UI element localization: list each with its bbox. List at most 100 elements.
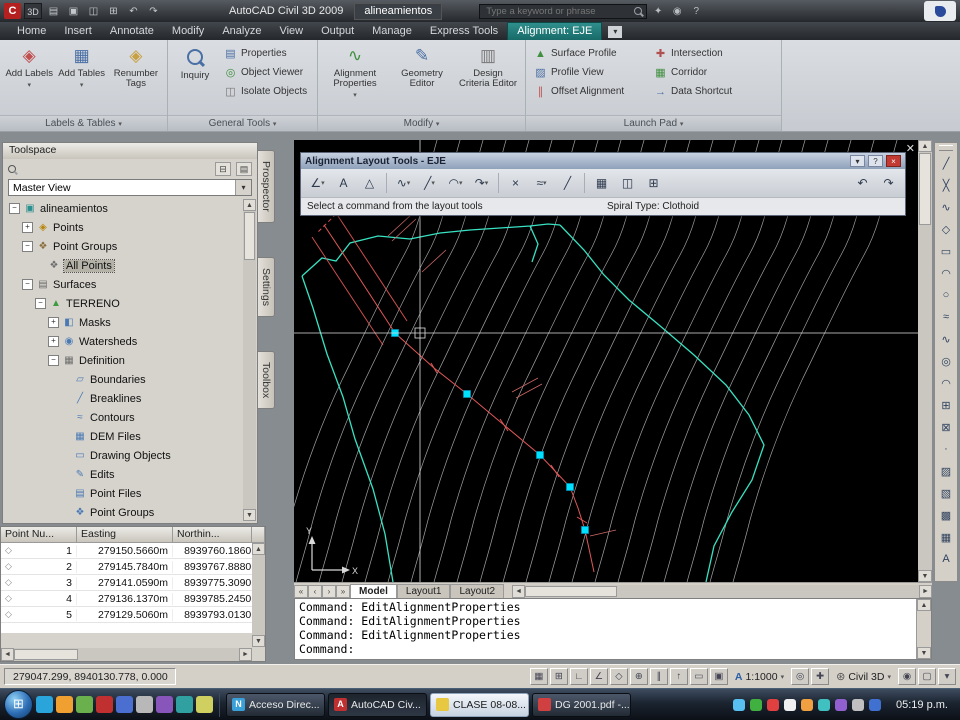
ribbon-minimize-icon[interactable]: ▾ — [608, 26, 623, 38]
redo-icon[interactable]: ↷ — [145, 4, 162, 19]
tree-scrollbar[interactable]: ▲ ▼ — [243, 199, 256, 521]
redo-icon[interactable]: ↷ — [876, 172, 901, 194]
view-selector-dropdown[interactable]: Master View ▾ — [8, 179, 252, 196]
undo-icon[interactable]: ↶ — [850, 172, 875, 194]
taskbar-button-autocad[interactable]: A AutoCAD Civ... — [328, 692, 427, 717]
command-line-window[interactable]: Command: EditAlignmentProperties Command… — [294, 598, 932, 660]
scrollbar-thumb[interactable] — [244, 212, 255, 260]
scroll-right-icon[interactable]: ► — [919, 585, 932, 598]
tray-icon[interactable] — [733, 698, 746, 711]
tray-icon[interactable] — [750, 698, 763, 711]
undo-icon[interactable]: ↶ — [125, 4, 142, 19]
quick-launch-icon[interactable] — [116, 696, 133, 713]
tab-alignment-eje[interactable]: Alignment: EJE — [507, 22, 603, 40]
taskbar-clock[interactable]: 05:19 p.m. — [886, 699, 956, 711]
offset-alignment-button[interactable]: ∥ Offset Alignment — [530, 82, 648, 101]
quick-launch-icon[interactable] — [176, 696, 193, 713]
tree-item-dem-files[interactable]: ▦ DEM Files — [5, 427, 242, 446]
cleanscreen-toggle[interactable]: ▢ — [918, 668, 936, 685]
annotation-scale-control[interactable]: A 1:1000 ▾ — [730, 671, 789, 683]
scroll-left-icon[interactable]: ◄ — [512, 585, 526, 598]
construction-line-icon[interactable]: ╳ — [936, 174, 956, 196]
scroll-up-icon[interactable]: ▲ — [918, 140, 932, 152]
expand-icon[interactable]: + — [48, 336, 59, 347]
otrack-toggle[interactable]: ⊕ — [629, 668, 648, 685]
tray-icon[interactable] — [835, 698, 848, 711]
help-icon[interactable]: ? — [688, 6, 704, 17]
tray-icon[interactable] — [818, 698, 831, 711]
corridor-button[interactable]: ▦ Corridor — [650, 63, 736, 82]
workspace-switcher[interactable]: ⊛ Civil 3D ▾ — [831, 670, 896, 684]
tab-layout2[interactable]: Layout2 — [450, 584, 505, 598]
toolbar-grip[interactable] — [939, 145, 953, 151]
alignment-properties-button[interactable]: ∿ Alignment Properties ▾ — [322, 44, 388, 102]
pick-sub-entity-icon[interactable]: ⊞ — [641, 172, 666, 194]
tree-item-point-groups[interactable]: − ❖ Point Groups — [5, 237, 242, 256]
polygon-icon[interactable]: ◇ — [936, 218, 956, 240]
spline-icon[interactable]: ∿ — [936, 328, 956, 350]
layout-tools-title-bar[interactable]: Alignment Layout Tools - EJE ▾ ? × — [301, 153, 905, 169]
data-shortcut-button[interactable]: → Data Shortcut — [650, 82, 736, 101]
volume-icon[interactable] — [852, 698, 865, 711]
qp-toggle[interactable]: ▣ — [709, 668, 728, 685]
open-file-icon[interactable]: ▣ — [65, 4, 82, 19]
arc-tool-icon[interactable]: ◠ ▾ — [443, 172, 468, 194]
taskbar-button-clase[interactable]: CLASE 08-08... — [430, 692, 529, 717]
isolate-objects-button[interactable]: ◫ Isolate Objects — [220, 82, 311, 101]
close-icon[interactable]: × — [886, 155, 901, 167]
tab-layout1[interactable]: Layout1 — [396, 584, 451, 598]
command-scrollbar[interactable]: ▲ ▼ — [916, 599, 931, 659]
favorites-icon[interactable]: ✦ — [650, 6, 666, 17]
design-criteria-editor-button[interactable]: ▥ Design Criteria Editor — [456, 44, 520, 90]
help-icon[interactable]: ? — [868, 155, 883, 167]
tree-item-breaklines[interactable]: ╱ Breaklines — [5, 389, 242, 408]
ducs-toggle[interactable]: ∥ — [649, 668, 668, 685]
command-prompt[interactable]: Command: — [299, 642, 912, 656]
snap-toggle[interactable]: ▦ — [529, 668, 548, 685]
next-tab-icon[interactable]: › — [322, 585, 336, 598]
column-easting[interactable]: Easting — [77, 527, 173, 543]
quick-launch-icon[interactable] — [136, 696, 153, 713]
tab-toolbox[interactable]: Toolbox — [258, 350, 275, 409]
profile-view-button[interactable]: ▨ Profile View — [530, 63, 648, 82]
make-block-icon[interactable]: ⊠ — [936, 416, 956, 438]
renumber-tags-button[interactable]: ◈ Renumber Tags — [109, 44, 163, 90]
tab-prospector[interactable]: Prospector — [258, 150, 275, 223]
scrollbar-thumb[interactable] — [525, 586, 618, 597]
tab-view[interactable]: View — [270, 23, 312, 40]
tab-insert[interactable]: Insert — [55, 23, 101, 40]
quick-launch-icon[interactable] — [36, 696, 53, 713]
reverse-curve-icon[interactable]: ↷ ▾ — [469, 172, 494, 194]
line-tool-icon[interactable]: ╱ ▾ — [417, 172, 442, 194]
tab-model[interactable]: Model — [350, 584, 397, 598]
panorama-icon[interactable]: ▤ — [236, 162, 252, 176]
dyn-toggle[interactable]: ↑ — [669, 668, 688, 685]
panel-title-labels-tables[interactable]: Labels & Tables ▾ — [0, 115, 167, 131]
tree-item-all-points[interactable]: ❖ All Points — [5, 256, 242, 275]
scroll-down-icon[interactable]: ▼ — [243, 509, 256, 521]
curve-tool-icon[interactable]: ∿ ▾ — [391, 172, 416, 194]
collapse-icon[interactable]: − — [48, 355, 59, 366]
panel-title-modify[interactable]: Modify ▾ — [318, 115, 525, 131]
table-row[interactable]: ◇ 3 279141.0590m 8939775.3090m — [1, 575, 265, 591]
tab-settings[interactable]: Settings — [258, 256, 275, 317]
table-row[interactable]: ◇ 1 279150.5660m 8939760.1860m — [1, 543, 265, 559]
quick-launch-icon[interactable] — [156, 696, 173, 713]
point-icon[interactable]: · — [936, 438, 956, 460]
infocenter-search[interactable] — [479, 3, 648, 19]
expand-icon[interactable]: + — [48, 317, 59, 328]
tab-annotate[interactable]: Annotate — [101, 23, 163, 40]
plot-icon[interactable]: ⊞ — [105, 4, 122, 19]
tab-home[interactable]: Home — [8, 23, 55, 40]
chevron-down-icon[interactable]: ▾ — [235, 180, 251, 195]
scroll-up-icon[interactable]: ▲ — [243, 199, 256, 211]
add-tables-button[interactable]: ▦ Add Tables ▾ — [56, 44, 106, 92]
scroll-down-icon[interactable]: ▼ — [252, 635, 265, 647]
line-icon[interactable]: ╱ — [936, 152, 956, 174]
region-icon[interactable]: ▩ — [936, 504, 956, 526]
close-icon[interactable]: ✕ — [906, 142, 915, 155]
column-northing[interactable]: Northin... — [173, 527, 252, 543]
panel-title-launch-pad[interactable]: Launch Pad ▾ — [526, 115, 781, 131]
arc-icon[interactable]: ◠ — [936, 262, 956, 284]
table-icon[interactable]: ▦ — [936, 526, 956, 548]
